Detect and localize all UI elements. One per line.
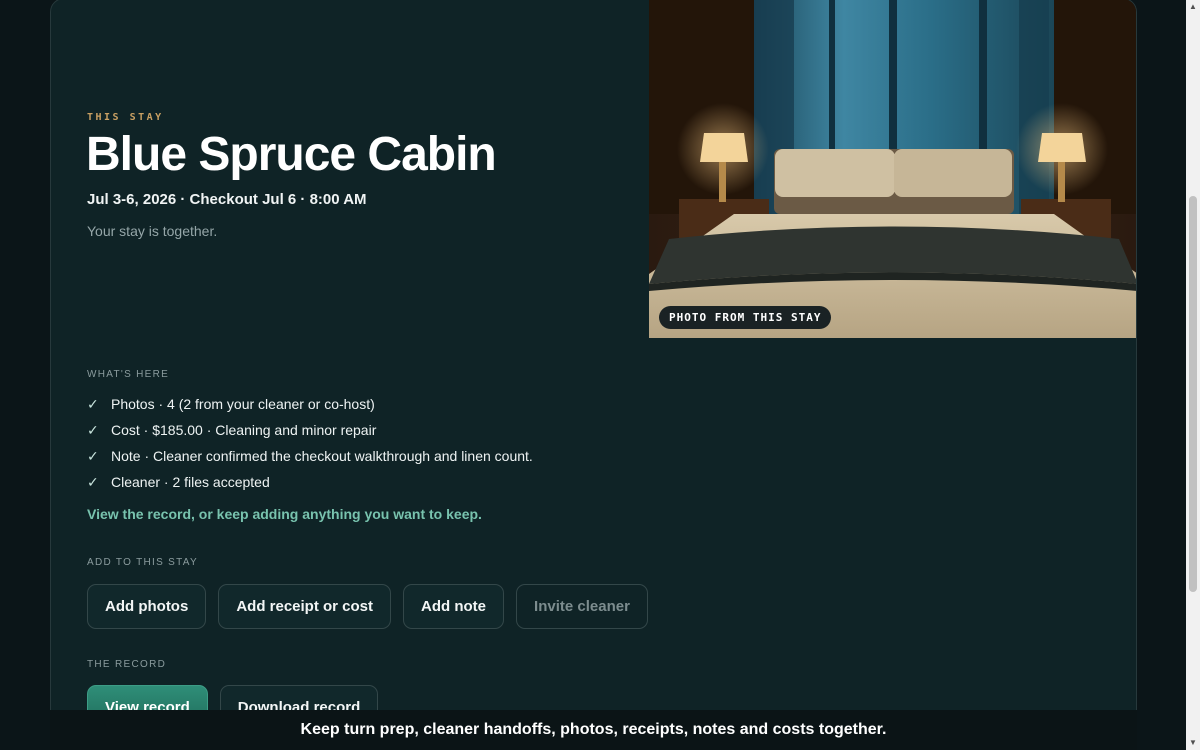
checkmark-icon: ✓ (87, 421, 99, 438)
bedroom-photo-image (649, 0, 1136, 338)
bottom-banner: Keep turn prep, cleaner handoffs, photos… (50, 710, 1137, 750)
record-label: THE RECORD (87, 659, 167, 670)
checkmark-icon: ✓ (87, 395, 99, 412)
list-item: ✓ Cost · $185.00 · Cleaning and minor re… (87, 417, 533, 443)
stay-photo: PHOTO FROM THIS STAY (649, 0, 1136, 338)
stay-summary: Your stay is together. (87, 223, 218, 239)
scroll-up-arrow-icon[interactable]: ▲ (1186, 0, 1200, 14)
scroll-thumb[interactable] (1189, 196, 1197, 592)
photo-caption-badge: PHOTO FROM THIS STAY (659, 306, 832, 329)
add-receipt-button[interactable]: Add receipt or cost (218, 584, 392, 629)
list-item: ✓ Note · Cleaner confirmed the checkout … (87, 443, 533, 469)
add-actions: Add photos Add receipt or cost Add note … (87, 584, 648, 629)
list-item-text: Cleaner · 2 files accepted (111, 474, 270, 490)
add-to-stay-label: ADD TO THIS STAY (87, 557, 199, 568)
scroll-down-arrow-icon[interactable]: ▼ (1186, 736, 1200, 750)
list-item: ✓ Cleaner · 2 files accepted (87, 469, 533, 495)
list-item-text: Note · Cleaner confirmed the checkout wa… (111, 448, 533, 464)
add-photos-button[interactable]: Add photos (87, 584, 207, 629)
checkmark-icon: ✓ (87, 447, 99, 464)
list-item-text: Photos · 4 (2 from your cleaner or co-ho… (111, 396, 375, 412)
stay-dates: Jul 3-6, 2026 · Checkout Jul 6 · 8:00 AM (87, 191, 367, 208)
stay-card: THIS STAY Blue Spruce Cabin Jul 3-6, 202… (50, 0, 1137, 750)
checkmark-icon: ✓ (87, 473, 99, 490)
view-record-hint: View the record, or keep adding anything… (87, 506, 482, 522)
list-item-text: Cost · $185.00 · Cleaning and minor repa… (111, 422, 377, 438)
stay-title: Blue Spruce Cabin (86, 128, 497, 181)
add-note-button[interactable]: Add note (403, 584, 505, 629)
whats-here-list: ✓ Photos · 4 (2 from your cleaner or co-… (87, 391, 533, 495)
page-scrollbar[interactable]: ▲ ▼ (1186, 0, 1200, 750)
list-item: ✓ Photos · 4 (2 from your cleaner or co-… (87, 391, 533, 417)
invite-cleaner-button[interactable]: Invite cleaner (516, 584, 648, 629)
whats-here-label: WHAT'S HERE (87, 369, 170, 380)
stay-eyebrow: THIS STAY (87, 112, 164, 123)
